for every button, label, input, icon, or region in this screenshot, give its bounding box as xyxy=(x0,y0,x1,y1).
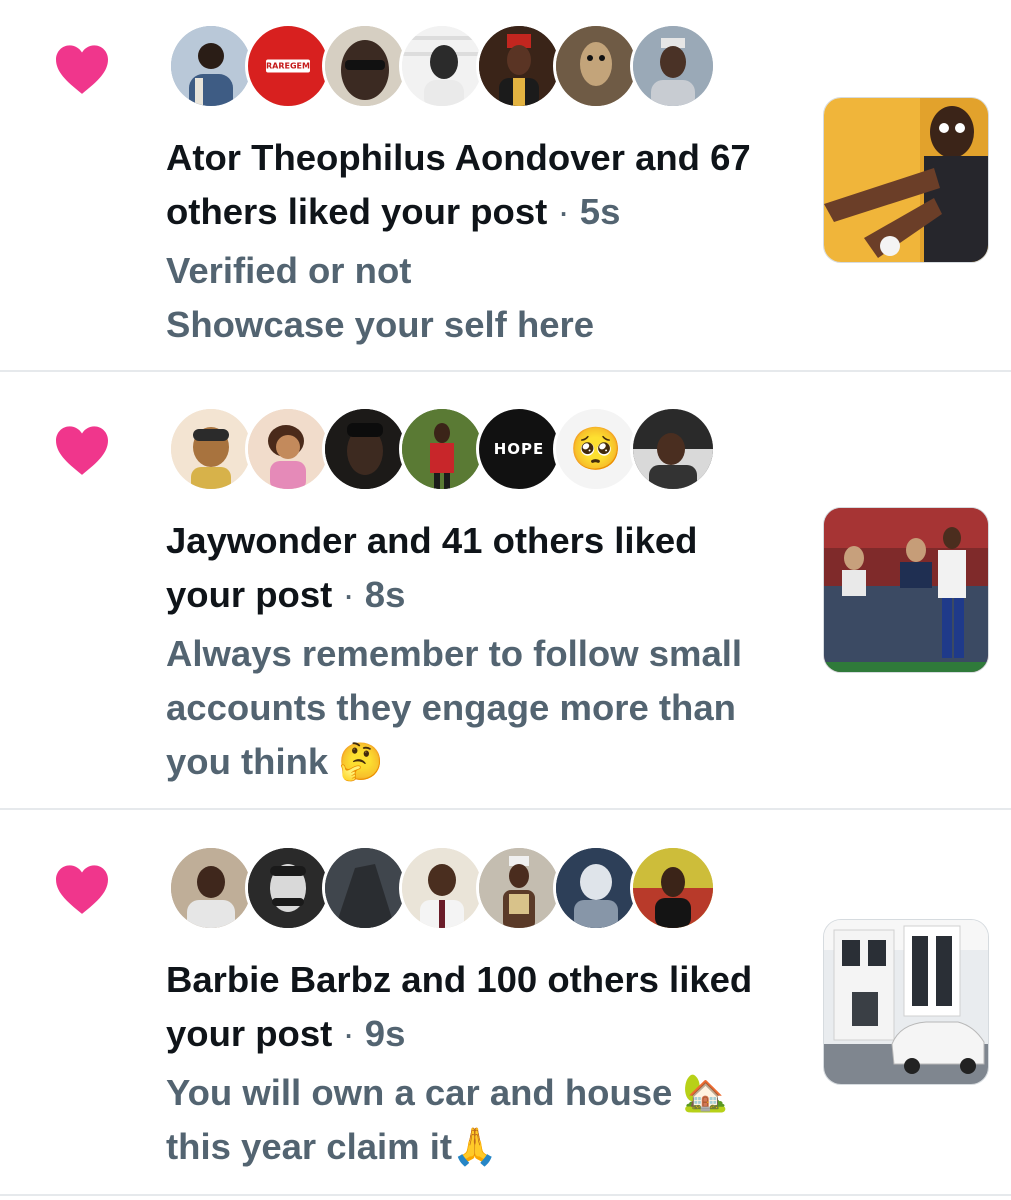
avatar[interactable]: RAREGEM xyxy=(245,23,331,109)
avatar[interactable] xyxy=(168,406,254,492)
notification-headline: Ator Theophilus Aondover and 67 others l… xyxy=(166,137,751,232)
post-preview-text: Always remember to follow small accounts… xyxy=(166,633,743,782)
heart-icon xyxy=(56,426,108,475)
notification-headline: Barbie Barbz and 100 others liked your p… xyxy=(166,959,753,1054)
timestamp: 5s xyxy=(579,191,621,232)
liker-avatars xyxy=(168,845,716,931)
avatar[interactable] xyxy=(399,23,485,109)
avatar[interactable] xyxy=(553,845,639,931)
notification-item[interactable]: RAREGEM Ator Theophilus Aondover and 67 … xyxy=(0,0,1011,372)
timestamp: 8s xyxy=(364,574,406,615)
avatar[interactable] xyxy=(322,406,408,492)
heart-icon xyxy=(56,865,108,914)
avatar[interactable] xyxy=(322,23,408,109)
liker-avatars: RAREGEM xyxy=(168,23,716,109)
avatar[interactable] xyxy=(630,406,716,492)
post-thumbnail[interactable] xyxy=(823,97,989,263)
post-thumbnail[interactable] xyxy=(823,507,989,673)
avatar[interactable] xyxy=(322,845,408,931)
heart-icon xyxy=(56,45,108,94)
post-thumbnail[interactable] xyxy=(823,919,989,1085)
avatar[interactable] xyxy=(399,406,485,492)
avatar[interactable]: 🥺 xyxy=(553,406,639,492)
avatar[interactable] xyxy=(476,845,562,931)
avatar[interactable] xyxy=(245,845,331,931)
post-preview-text: You will own a car and house 🏡 this year… xyxy=(166,1072,728,1167)
avatar[interactable] xyxy=(476,23,562,109)
avatar[interactable] xyxy=(168,23,254,109)
avatar[interactable] xyxy=(168,845,254,931)
liker-avatars: HOPE 🥺 xyxy=(168,406,716,492)
avatar[interactable] xyxy=(630,23,716,109)
post-preview-text: Verified or not Showcase your self here xyxy=(166,250,595,345)
notification-item[interactable]: Barbie Barbz and 100 others liked your p… xyxy=(0,808,1011,1196)
avatar[interactable] xyxy=(630,845,716,931)
notification-item[interactable]: HOPE 🥺 Jaywonder and 41 others liked you… xyxy=(0,370,1011,810)
timestamp: 9s xyxy=(364,1013,406,1054)
avatar[interactable] xyxy=(553,23,639,109)
avatar[interactable] xyxy=(399,845,485,931)
avatar[interactable]: HOPE xyxy=(476,406,562,492)
notification-headline: Jaywonder and 41 others liked your post … xyxy=(166,520,698,615)
avatar[interactable] xyxy=(245,406,331,492)
